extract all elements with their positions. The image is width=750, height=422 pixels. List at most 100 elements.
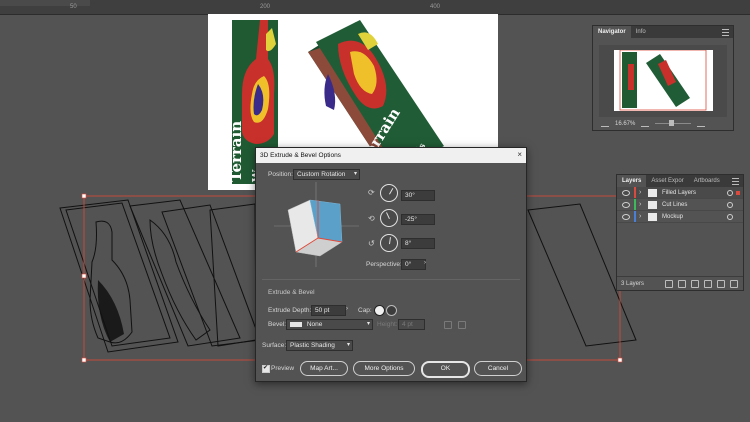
z-rotation-input[interactable]: 8°: [401, 238, 435, 249]
selection-indicator[interactable]: [736, 190, 740, 195]
chevron-down-icon: ▾: [353, 171, 357, 177]
preview-checkbox[interactable]: [262, 364, 270, 373]
bevel-label: Bevel:: [268, 321, 287, 328]
extrude-bevel-section-title: Extrude & Bevel: [268, 289, 315, 296]
navigator-artboard-thumbnail: [614, 49, 713, 111]
bevel-swatch: [290, 321, 302, 327]
layer-name[interactable]: Cut Lines: [662, 202, 687, 208]
cap-on-icon[interactable]: [374, 305, 385, 316]
more-options-button[interactable]: More Options: [353, 361, 415, 376]
preview-label: Preview: [271, 365, 295, 372]
cap-label: Cap:: [358, 307, 372, 314]
layer-color-swatch: [634, 187, 636, 198]
layer-row-mockup[interactable]: › Mockup: [617, 211, 743, 223]
close-icon[interactable]: ×: [517, 150, 522, 159]
tab-layers[interactable]: Layers: [617, 175, 647, 187]
cap-off-icon[interactable]: [386, 305, 397, 316]
height-label: Height:: [377, 321, 398, 328]
position-dropdown[interactable]: Custom Rotation ▾: [293, 169, 360, 180]
perspective-input[interactable]: 0°: [401, 259, 426, 270]
layer-name[interactable]: Filled Layers: [662, 190, 696, 196]
zoom-slider-handle[interactable]: [669, 120, 675, 126]
target-icon[interactable]: [727, 201, 733, 208]
z-axis-rotation-icon: ↺: [368, 239, 375, 248]
navigator-panel: Navigator Info 16.67%: [592, 25, 734, 131]
surface-dropdown[interactable]: Plastic Shading ▾: [286, 340, 353, 351]
tab-asset-export[interactable]: Asset Expor: [646, 175, 688, 187]
section-divider: [262, 279, 520, 280]
bevel-extent-out-icon: [444, 321, 452, 329]
height-input: 4 pt: [398, 319, 425, 330]
export-icon[interactable]: [665, 279, 673, 288]
chevron-right-icon[interactable]: ›: [424, 260, 426, 266]
navigator-tabs: Navigator Info: [593, 26, 733, 38]
z-rotation-dial[interactable]: [380, 234, 398, 252]
layer-row-filled-layers[interactable]: › Filled Layers: [617, 187, 743, 199]
navigator-preview[interactable]: [599, 45, 727, 117]
target-icon[interactable]: [727, 213, 733, 220]
trash-icon[interactable]: [730, 279, 738, 288]
x-rotation-input[interactable]: 30°: [401, 190, 435, 201]
locate-object-icon[interactable]: [678, 279, 686, 288]
dialog-title: 3D Extrude & Bevel Options: [256, 148, 526, 163]
surface-label: Surface:: [262, 342, 287, 349]
eye-icon[interactable]: [622, 201, 630, 208]
layers-count: 3 Layers: [621, 280, 645, 287]
target-icon[interactable]: [727, 189, 733, 196]
bevel-value: None: [306, 321, 323, 328]
top-ruler: 50 200 400: [0, 0, 750, 15]
chevron-right-icon[interactable]: ›: [639, 213, 645, 220]
chevron-right-icon[interactable]: ›: [639, 189, 645, 196]
layers-tabs: Layers Asset Expor Artboards: [617, 175, 743, 187]
y-rotation-dial[interactable]: [380, 209, 398, 227]
zoom-in-icon[interactable]: [697, 121, 706, 127]
tab-artboards[interactable]: Artboards: [689, 175, 725, 187]
layer-row-cut-lines[interactable]: › Cut Lines: [617, 199, 743, 211]
chevron-down-icon: ▾: [346, 342, 350, 348]
position-label: Position:: [268, 171, 293, 178]
extrude-bevel-dialog: 3D Extrude & Bevel Options × Position: C…: [255, 147, 527, 382]
card-title-text: Terrain: [227, 121, 245, 182]
panel-menu-icon[interactable]: [732, 177, 739, 185]
rotation-cube-widget[interactable]: [274, 182, 359, 267]
layer-name[interactable]: Mockup: [662, 214, 683, 220]
layer-thumbnail: [648, 200, 657, 209]
chevron-down-icon: ▾: [366, 321, 370, 327]
zoom-out-icon[interactable]: [601, 121, 609, 127]
chevron-right-icon[interactable]: ›: [346, 306, 348, 312]
ruler-label: 50: [70, 4, 77, 10]
ruler-label: 400: [430, 4, 441, 10]
eye-icon[interactable]: [622, 213, 630, 220]
zoom-value[interactable]: 16.67%: [615, 121, 635, 127]
y-rotation-input[interactable]: -25°: [401, 214, 435, 225]
panel-menu-icon[interactable]: [722, 28, 729, 36]
map-art-button[interactable]: Map Art...: [300, 361, 348, 376]
chevron-right-icon[interactable]: ›: [639, 201, 645, 208]
extrude-depth-input[interactable]: 50 pt: [311, 305, 346, 316]
extrude-depth-label: Extrude Depth:: [268, 307, 312, 314]
layers-panel: Layers Asset Expor Artboards › Filled La…: [616, 174, 744, 291]
layer-thumbnail: [648, 188, 657, 197]
layer-color-swatch: [634, 199, 636, 210]
new-layer-icon[interactable]: [717, 279, 725, 288]
navigator-zoom-bar: 16.67%: [593, 117, 733, 130]
new-sublayer-icon[interactable]: [704, 279, 712, 288]
eye-icon[interactable]: [622, 189, 630, 196]
clipping-mask-icon[interactable]: [691, 279, 699, 288]
zoom-slider[interactable]: [655, 120, 692, 126]
x-rotation-dial[interactable]: [380, 184, 398, 202]
x-axis-rotation-icon: ⟳: [368, 188, 375, 197]
zoom-out-small-icon[interactable]: [641, 121, 650, 127]
bevel-extent-in-icon: [458, 321, 466, 329]
layers-footer: 3 Layers: [617, 276, 743, 290]
tab-info[interactable]: Info: [631, 26, 651, 38]
y-axis-rotation-icon: ⟲: [368, 214, 375, 223]
perspective-label: Perspective:: [366, 261, 402, 268]
layer-thumbnail: [648, 212, 657, 221]
ok-button[interactable]: OK: [421, 361, 470, 378]
cancel-button[interactable]: Cancel: [474, 361, 522, 376]
bevel-dropdown[interactable]: None ▾: [286, 319, 373, 330]
position-value: Custom Rotation: [297, 171, 346, 178]
layer-color-swatch: [634, 211, 636, 222]
tab-navigator[interactable]: Navigator: [593, 26, 631, 38]
